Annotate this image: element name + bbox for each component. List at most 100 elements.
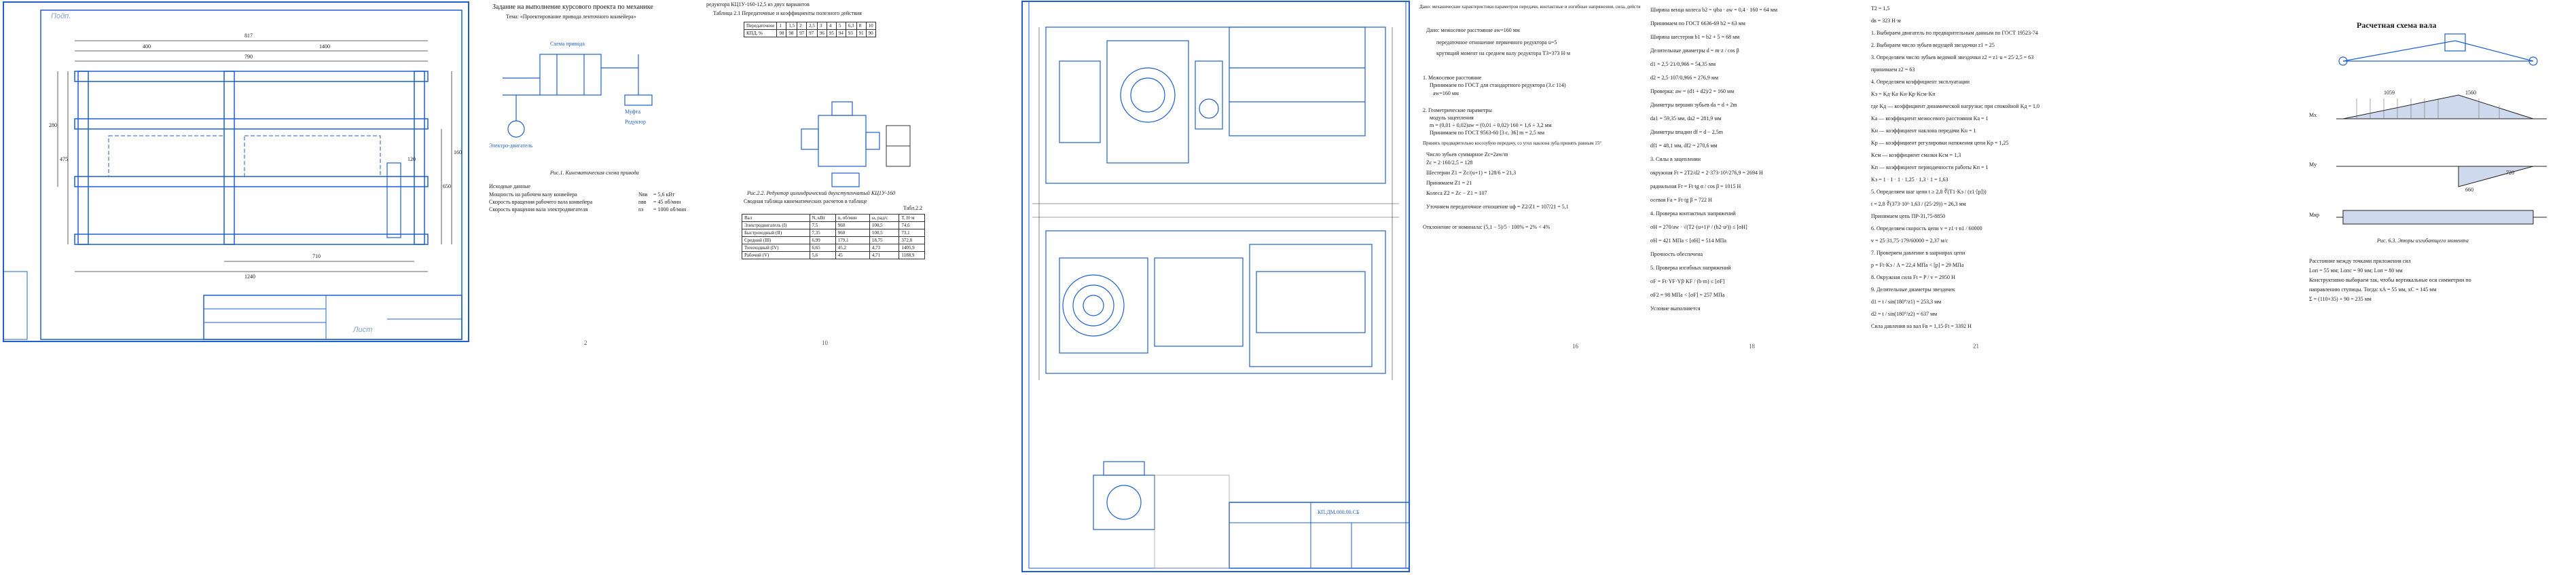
text-line: aw=160 мм <box>1433 90 1459 96</box>
text-line: da1 = 59,35 мм, da2 = 281,9 мм <box>1650 115 1722 122</box>
text-line: p = Ft·Kэ / A = 22,4 МПа < [p] = 29 МПа <box>1871 262 1964 268</box>
dimension-label: 650 <box>443 183 451 189</box>
table-cell: 100,5 <box>869 221 900 229</box>
text-line: Прочность обеспечена <box>1650 251 1703 257</box>
table-header: Вал <box>742 214 810 222</box>
text-line: Kсм — коэффициент смазки Kсм = 1,3 <box>1871 152 1961 158</box>
page-task: Задание на выполнение курсового проекта … <box>475 0 700 575</box>
shaft-moment-diagram-svg <box>2336 33 2547 225</box>
summary-title: Сводная таблица кинематических расчетов … <box>744 198 867 204</box>
text-line: Колеса Z2 = Zc − Z1 = 107 <box>1426 190 1487 196</box>
text-line: Уточняем передаточное отношение uф = Z2/… <box>1426 204 1569 210</box>
initial-data-value: = 45 об/мин <box>653 199 681 205</box>
table-row: Рабочий (V) 5,6 45 4,71 1188,9 <box>742 251 925 259</box>
initial-data-value: = 5,6 кВт <box>653 191 675 198</box>
page-header: Дано: механические характеристики параме… <box>1419 4 1640 10</box>
table-header: T, Н·м <box>899 214 925 222</box>
table-cell: 73,1 <box>899 229 925 237</box>
table-cell: 1188,9 <box>899 251 925 259</box>
text-line: направлению ступицы. Тогда: xA = 55 мм, … <box>2309 286 2437 293</box>
text-line: Kэ = Kд·Ka·Kн·Kр·Kсм·Kп <box>1871 91 1936 97</box>
text-line: Отклонение от номинала: (5,1 − 5)/5 · 10… <box>1423 224 1550 230</box>
table-cell: Тихоходный (IV) <box>742 244 810 252</box>
text-line: 6. Определяем скорость цепи v = z1·t·n1 … <box>1871 225 1982 231</box>
sheet-stamp-label: Лист <box>353 326 373 334</box>
text-line: Число зубьев суммарное Zc=2aw/m <box>1426 151 1508 157</box>
diagram-value: 660 <box>2465 187 2473 193</box>
table-cell: Рабочий (V) <box>742 251 810 259</box>
page-number: 16 <box>1572 343 1578 350</box>
figure-caption: Рис.2.2. Редуктор цилиндрический двухсту… <box>747 190 896 196</box>
table-cell: 6,65 <box>809 244 836 252</box>
text-line: σF = Ft·YF·Yβ·KF / (b·m) ≤ [σF] <box>1650 278 1725 284</box>
text-line: Kр — коэффициент регулировки натяжения ц… <box>1871 140 2009 146</box>
dimension-label: 710 <box>312 253 321 259</box>
text-line: 5. Определяем шаг цепи t ≥ 2,8 ∛(T1·Kэ /… <box>1871 189 1987 195</box>
motor-label: Электро-двигатель <box>489 143 533 149</box>
page-number: 10 <box>822 339 828 346</box>
text-line: d1 = t / sin(180°/z1) = 253,3 мм <box>1871 299 1942 305</box>
text-line: Принимаем по ГОСТ 6636-69 b2 = 63 мм <box>1650 20 1745 26</box>
text-line: d2 = 2,5·107/0,966 = 276,9 мм <box>1650 75 1719 81</box>
dimension-label: 790 <box>244 54 253 60</box>
initial-data-symbol: Nвв <box>638 191 648 198</box>
text-line: Диаметры впадин df = d − 2,5m <box>1650 129 1724 135</box>
text-line: 4. Проверка контактных напряжений <box>1650 210 1736 217</box>
text-line: Т2 = 1,5 <box>1871 5 1890 12</box>
text-line: Σ = (110+35) + 90 = 235 мм <box>2309 296 2372 302</box>
text-line: где Kд — коэффициент динамической нагруз… <box>1871 103 2040 109</box>
text-line: 7. Проверяем давление в шарнирах цепи <box>1871 250 1965 256</box>
text-line: Делительные диаметры d = m·z / cos β <box>1650 48 1739 54</box>
table-row: Вал N, кВт n, об/мин ω, рад/с T, Н·м <box>742 214 925 222</box>
torque-line: крутящий момент на среднем валу редуктор… <box>1436 50 1571 56</box>
initial-data-value: = 1000 об/мин <box>653 206 687 212</box>
table-row: Электродвигатель (I) 7,5 960 100,5 74,6 <box>742 221 925 229</box>
text-line: принимаем z2 = 63 <box>1871 67 1915 73</box>
text-line: Ширина венца колеса b2 = ψba · aw = 0,4 … <box>1650 7 1778 13</box>
text-line: Kн — коэффициент наклона передачи Kн = 1 <box>1871 128 1976 134</box>
dimension-label: 1400 <box>319 43 330 50</box>
text-line: v = 25·31,75·179/60000 = 2,37 м/с <box>1871 238 1948 244</box>
text-line: 1. Выбираем двигатель по предварительным… <box>1871 30 2038 36</box>
dimension-label: 817 <box>244 33 253 39</box>
text-line: модуль зацепления <box>1430 115 1474 121</box>
figure-caption: Рис.1. Кинематическая схема привода <box>550 170 639 176</box>
initial-data-title: Исходные данные <box>489 183 531 189</box>
dimension-label: 280 <box>49 122 57 128</box>
text-line: осевая Fa = Ft·tg β = 722 Н <box>1650 197 1712 203</box>
table-cell: 45,2 <box>835 244 870 252</box>
text-line: Диаметры вершин зубьев da = d + 2m <box>1650 102 1737 108</box>
text-line: Ka — коэффициент межосевого расстояния K… <box>1871 115 1989 122</box>
table-cell: 6,99 <box>809 236 836 244</box>
text-line: Принимаем Z1 = 21 <box>1426 180 1472 186</box>
table-cell: 5,6 <box>809 251 836 259</box>
initial-data-name: Скорость вращения вала электродвигателя <box>489 206 588 212</box>
page-kinematics: редуктора КЦ1У-160-12,5 из двух варианто… <box>700 0 944 575</box>
text-line: 2. Выбираем число зубьев ведущей звездоч… <box>1871 42 1995 48</box>
dimension-label: 1240 <box>244 274 255 280</box>
diagram-value: 1059 <box>2384 90 2395 96</box>
sheet-top-stamp: Подп. <box>51 12 71 20</box>
text-line: радиальная Fr = Ft·tg α / cos β = 1015 Н <box>1650 183 1741 189</box>
text-line: Kэ = 1 · 1 · 1 · 1,25 · 1,3 · 1 = 1,63 <box>1871 177 1948 183</box>
text-line: Lоп = 55 мм; Lопс = 90 мм; Lоп = 80 мм <box>2309 267 2403 274</box>
figure-caption: Рис. 6.3. Эпюры изгибающего момента <box>2377 238 2469 244</box>
table-row: Быстроходный (II) 7,35 960 100,5 73,1 <box>742 229 925 237</box>
text-line: d1 = 2,5·21/0,966 = 54,35 мм <box>1650 61 1716 67</box>
text-line: окружная Ft = 2T2/d2 = 2·373·10³/276,9 =… <box>1650 170 1763 176</box>
table-cell: 18,75 <box>869 236 900 244</box>
table-cell: 960 <box>835 229 870 237</box>
table-row: Средний (III) 6,99 179,1 18,75 372,8 <box>742 236 925 244</box>
frame-drawing-svg <box>3 1 469 342</box>
formula-line: m = (0,01 ÷ 0,02)aw = (0,01 ÷ 0,02)·160 … <box>1430 122 1552 128</box>
text-line: 3. Определяем число зубьев ведомой звезд… <box>1871 54 2034 60</box>
dimension-label: 475 <box>60 156 68 162</box>
table-cell: Быстроходный (II) <box>742 229 810 237</box>
table-header: ω, рад/с <box>869 214 900 222</box>
reducer-label: Редуктор <box>625 119 647 125</box>
table-cell: 7,35 <box>809 229 836 237</box>
text-line: 4. Определяем коэффициент эксплуатации <box>1871 79 1970 85</box>
table-cell: Электродвигатель (I) <box>742 221 810 229</box>
initial-data-symbol: nвв <box>638 199 647 205</box>
table-cell: 4,73 <box>869 244 900 252</box>
